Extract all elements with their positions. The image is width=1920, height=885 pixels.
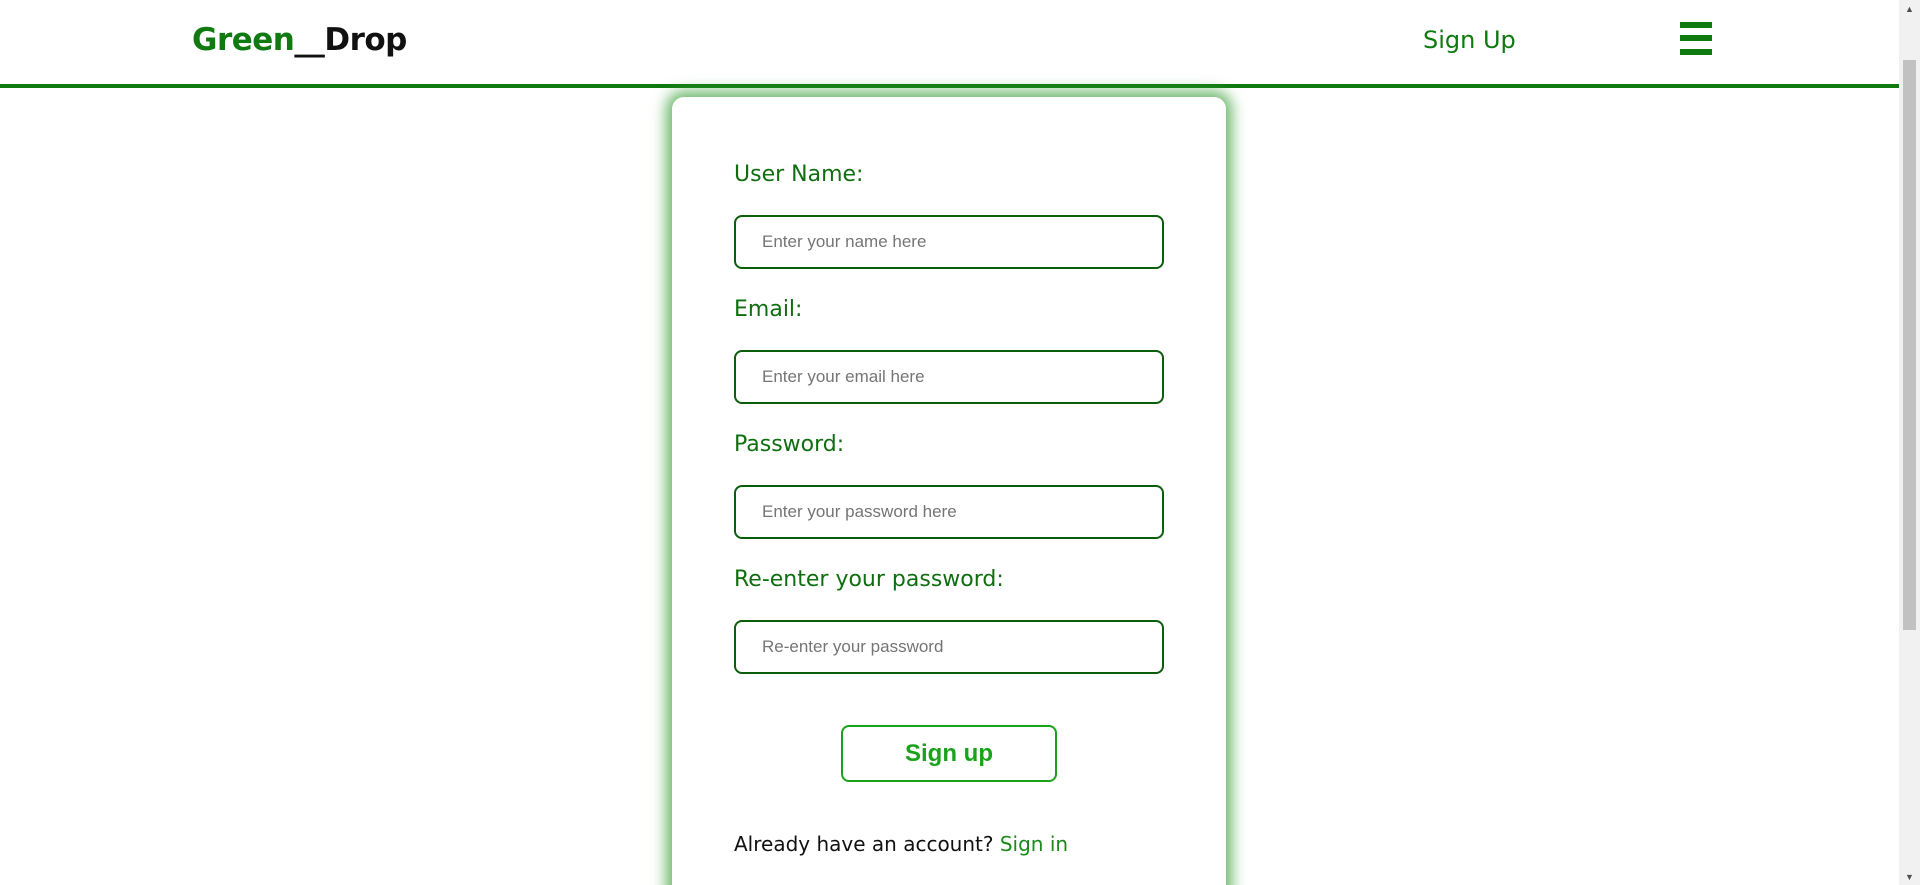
- username-input[interactable]: [734, 215, 1164, 269]
- page-viewport: Green__Drop Sign Up User Name: Email: Pa…: [0, 0, 1899, 885]
- nav-signup-link[interactable]: Sign Up: [1423, 24, 1516, 56]
- confirm-password-input[interactable]: [734, 620, 1164, 674]
- signin-link[interactable]: Sign in: [1000, 832, 1068, 856]
- signup-card: User Name: Email: Password: Re-enter you…: [672, 97, 1226, 885]
- menu-bar-bottom: [1680, 49, 1712, 55]
- signin-prompt-text: Already have an account?: [734, 832, 994, 856]
- menu-bar-top: [1680, 22, 1712, 28]
- scroll-up-arrow-icon[interactable]: ▲: [1899, 0, 1920, 17]
- password-label: Password:: [734, 432, 845, 457]
- scroll-down-arrow-icon[interactable]: ▼: [1899, 868, 1920, 885]
- menu-bar-middle: [1680, 35, 1712, 41]
- site-header: Green__Drop Sign Up: [0, 0, 1899, 88]
- scrollbar-thumb[interactable]: [1903, 60, 1916, 630]
- hamburger-menu-icon[interactable]: [1680, 22, 1712, 56]
- email-input[interactable]: [734, 350, 1164, 404]
- signup-submit-button[interactable]: Sign up: [841, 725, 1057, 782]
- logo-text-green: Green: [192, 22, 295, 58]
- confirm-password-label: Re-enter your password:: [734, 567, 1004, 592]
- password-input[interactable]: [734, 485, 1164, 539]
- email-label: Email:: [734, 297, 803, 322]
- logo-text-dark: __Drop: [294, 22, 407, 58]
- vertical-scrollbar[interactable]: ▲ ▼: [1899, 0, 1920, 885]
- signin-prompt: Already have an account? Sign in: [734, 830, 1068, 858]
- brand-logo[interactable]: Green__Drop: [192, 20, 407, 60]
- username-label: User Name:: [734, 162, 864, 187]
